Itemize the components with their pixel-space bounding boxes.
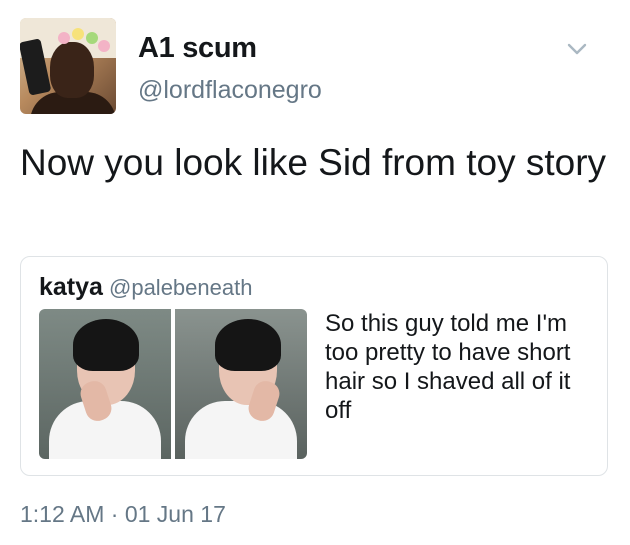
- flower-crown-icon: [98, 40, 110, 52]
- quoted-author-name: katya: [39, 273, 103, 301]
- quoted-photo-1[interactable]: [39, 309, 171, 459]
- author-avatar[interactable]: [20, 18, 116, 114]
- quoted-tweet-card[interactable]: katya @palebeneath So this guy told me I…: [20, 256, 608, 476]
- photo-hair: [215, 319, 281, 371]
- photo-hair: [73, 319, 139, 371]
- author-handle[interactable]: @lordflaconegro: [138, 76, 322, 105]
- flower-crown-icon: [86, 32, 98, 44]
- photo-shirt: [185, 401, 297, 459]
- chevron-down-icon[interactable]: [566, 38, 588, 60]
- tweet: A1 scum @lordflaconegro Now you look lik…: [0, 0, 630, 545]
- tweet-timestamp[interactable]: 1:12 AM · 01 Jun 17: [20, 501, 226, 528]
- author-display-name[interactable]: A1 scum: [138, 32, 257, 65]
- avatar-face: [50, 42, 94, 98]
- flower-crown-icon: [58, 32, 70, 44]
- quoted-author-handle: @palebeneath: [109, 275, 253, 300]
- quoted-tweet-text: So this guy told me I'm too pretty to ha…: [325, 310, 571, 424]
- tweet-text: Now you look like Sid from toy story: [20, 142, 607, 183]
- flower-crown-icon: [72, 28, 84, 40]
- quoted-photo-2[interactable]: [175, 309, 307, 459]
